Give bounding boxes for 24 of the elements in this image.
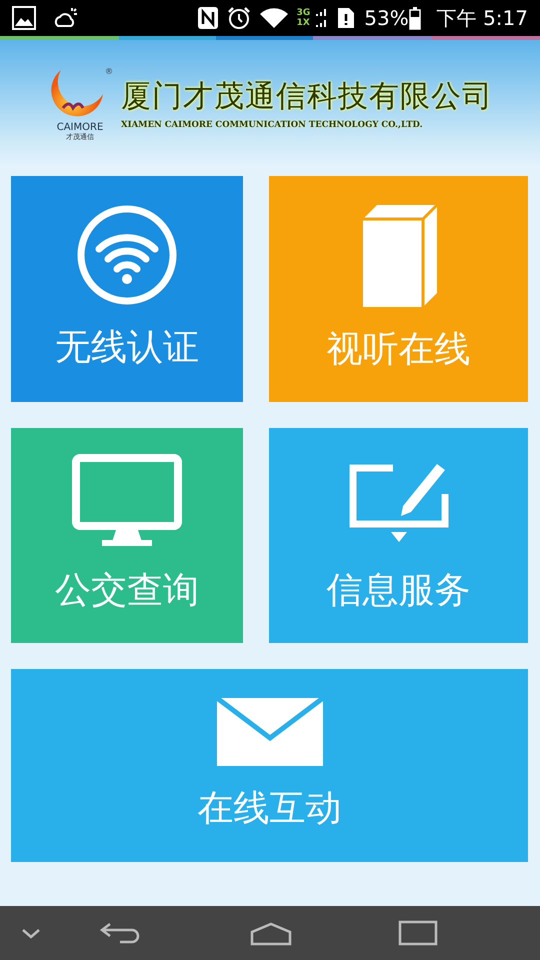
recent-apps-icon[interactable] bbox=[398, 918, 438, 948]
image-icon bbox=[12, 6, 36, 30]
company-name-english: XIAMEN CAIMORE COMMUNICATION TECHNOLOGY CO.,LTD. bbox=[121, 119, 424, 132]
alarm-icon bbox=[226, 6, 251, 30]
wifi-icon bbox=[75, 203, 179, 307]
battery-percent: 53% bbox=[364, 5, 409, 32]
network-label: 1X bbox=[296, 18, 310, 28]
menu-tile[interactable]: 无线认证 bbox=[11, 176, 243, 402]
nfc-icon bbox=[196, 6, 219, 30]
sim-alert-icon bbox=[336, 6, 356, 30]
envelope-icon bbox=[214, 696, 324, 768]
menu-tile[interactable]: 信息服务 bbox=[269, 428, 528, 643]
battery-icon bbox=[408, 6, 421, 30]
company-name: 厦门才茂通信科技有限公司 bbox=[121, 78, 493, 116]
menu-tile[interactable]: 公交查询 bbox=[11, 428, 243, 643]
menu-tile[interactable]: 在线互动 bbox=[11, 669, 528, 862]
logo-text: CAIMORE bbox=[56, 122, 104, 132]
wifi-signal-icon bbox=[258, 6, 289, 30]
signal-icon bbox=[314, 7, 328, 29]
registered-mark: ® bbox=[105, 66, 113, 78]
weather-icon bbox=[52, 6, 78, 30]
clock-time: 下午 5:17 bbox=[436, 5, 528, 32]
network-label: 3G bbox=[296, 8, 310, 18]
menu-tile[interactable]: 视听在线 bbox=[269, 176, 528, 402]
